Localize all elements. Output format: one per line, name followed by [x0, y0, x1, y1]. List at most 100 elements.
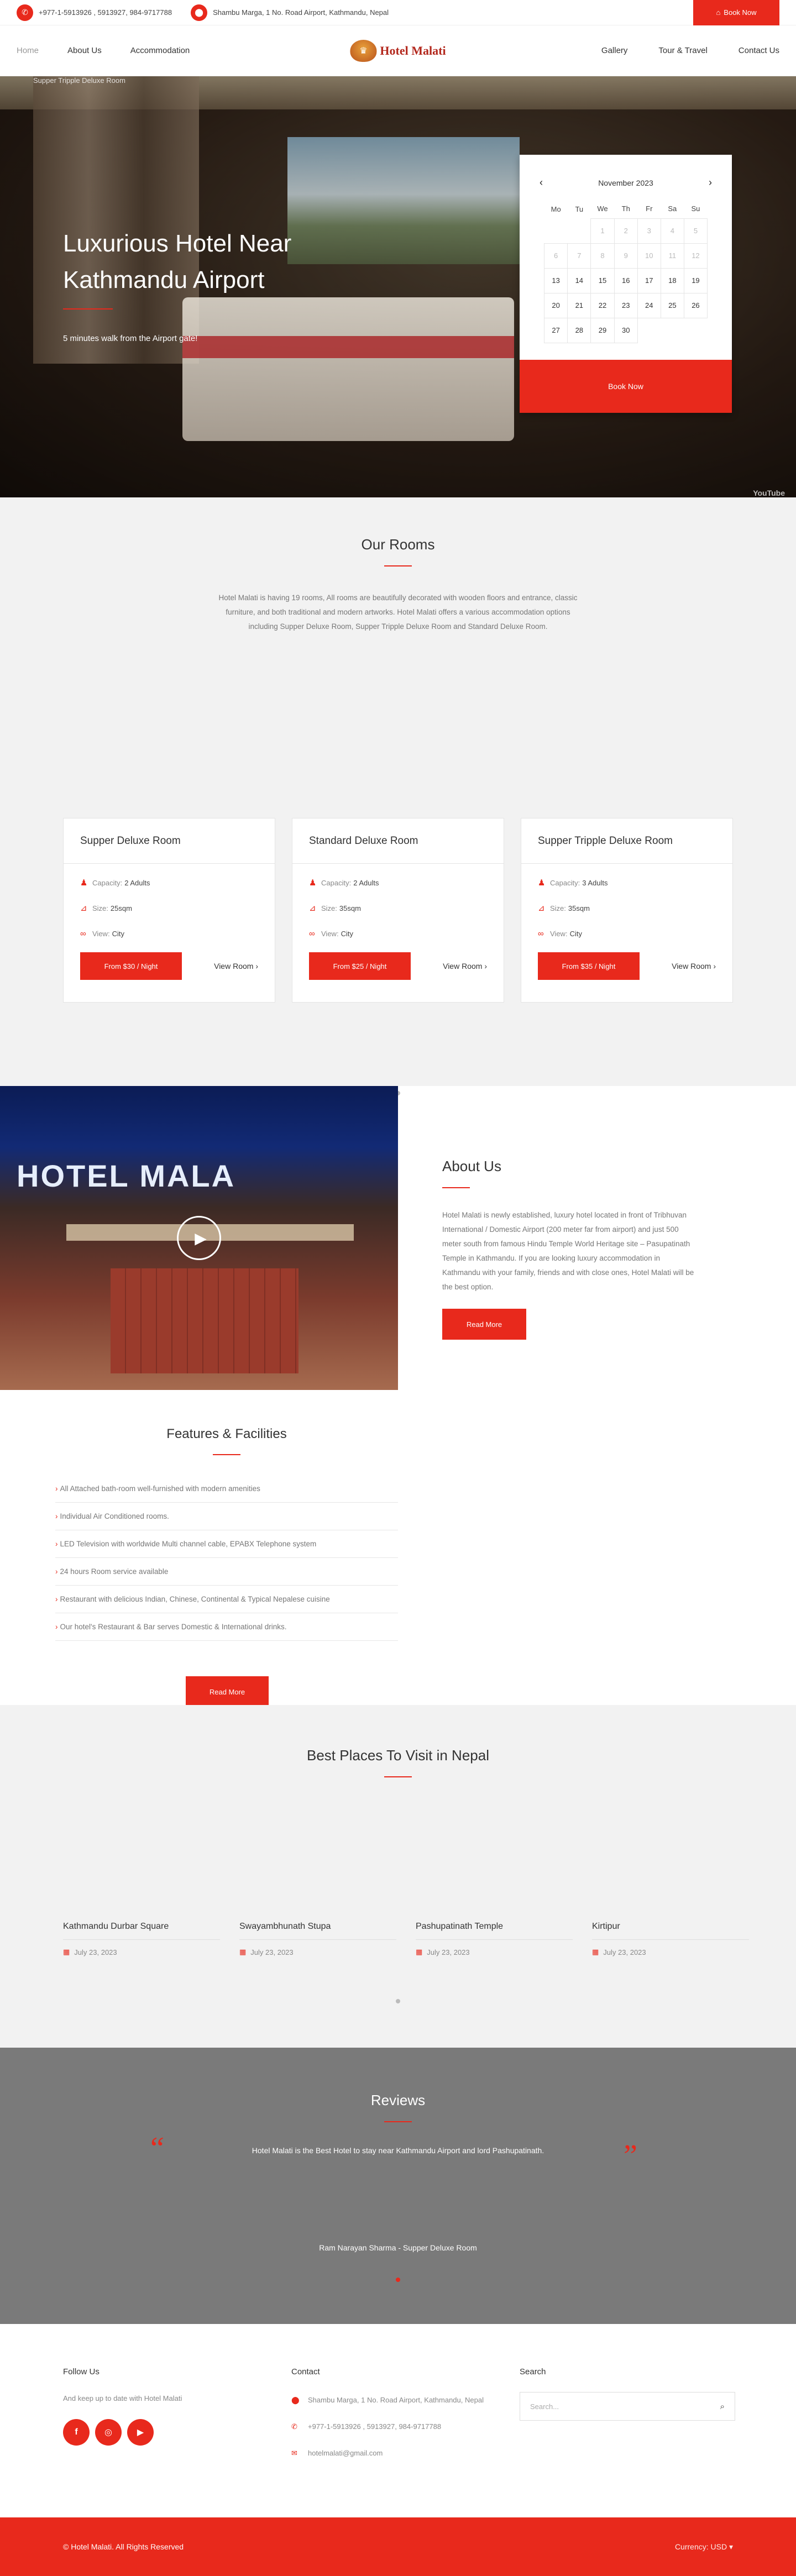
about-video[interactable]: HOTEL MALA ▶ — [0, 1086, 398, 1390]
place-date-text: July 23, 2023 — [427, 1948, 470, 1956]
calendar-weekday: We — [597, 204, 608, 213]
place-card[interactable]: Pashupatinath Temple ▦ July 23, 2023 — [416, 1922, 573, 1956]
place-name[interactable]: Kathmandu Durbar Square — [63, 1922, 220, 1940]
calendar-day[interactable]: 14 — [567, 267, 591, 293]
calendar-day[interactable]: 27 — [543, 317, 568, 343]
about-title: About Us — [442, 1158, 501, 1174]
calendar-day[interactable]: 26 — [683, 292, 708, 318]
capacity-label: Capacity: — [321, 878, 352, 887]
footer-phone[interactable]: ✆ +977-1-5913926 , 5913927, 984-9717788 — [291, 2421, 523, 2433]
size-label: Size: — [550, 904, 566, 912]
footer-follow-title: Follow Us — [63, 2367, 100, 2376]
footer-phone-text: +977-1-5913926 , 5913927, 984-9717788 — [308, 2422, 442, 2431]
rooms-title: Our Rooms — [361, 536, 435, 553]
top-bar: ✆ +977-1-5913926 , 5913927, 984-9717788 … — [0, 0, 796, 25]
reviews-carousel-dot[interactable] — [396, 2278, 400, 2282]
nav-gallery[interactable]: Gallery — [601, 46, 628, 55]
calendar-day[interactable]: 20 — [543, 292, 568, 318]
site-logo[interactable]: ♛ Hotel Malati — [350, 39, 446, 62]
calendar-day: 1 — [590, 218, 615, 244]
place-card[interactable]: Swayambhunath Stupa ▦ July 23, 2023 — [239, 1922, 396, 1956]
place-card[interactable]: Kirtipur ▦ July 23, 2023 — [592, 1922, 749, 1956]
topbar-book-now-button[interactable]: ⌂ Book Now — [693, 0, 779, 25]
about-read-more-button[interactable]: Read More — [442, 1309, 526, 1340]
room-price-button[interactable]: From $25 / Night — [309, 952, 411, 980]
view-room-link[interactable]: View Room › — [443, 962, 487, 970]
calendar-month: November 2023 — [598, 178, 653, 187]
facebook-icon[interactable]: f — [63, 2419, 90, 2446]
calendar-day[interactable]: 18 — [660, 267, 684, 293]
calendar-day[interactable]: 28 — [567, 317, 591, 343]
calendar-day[interactable]: 30 — [614, 317, 638, 343]
phone-icon: ✆ — [17, 4, 33, 21]
nav-about-us[interactable]: About Us — [67, 46, 102, 55]
place-card[interactable]: Kathmandu Durbar Square ▦ July 23, 2023 — [63, 1922, 220, 1956]
place-date: ▦ July 23, 2023 — [239, 1948, 396, 1956]
topbar-phone[interactable]: ✆ +977-1-5913926 , 5913927, 984-9717788 — [17, 4, 172, 21]
place-name[interactable]: Swayambhunath Stupa — [239, 1922, 396, 1940]
footer-email[interactable]: ✉ hotelmalati@gmail.com — [291, 2447, 523, 2459]
view-value: City — [341, 929, 353, 938]
room-price-button[interactable]: From $35 / Night — [538, 952, 640, 980]
view-room-link[interactable]: View Room › — [672, 962, 716, 970]
play-icon[interactable]: ▶ — [177, 1216, 221, 1260]
view-room-label: View Room — [214, 962, 254, 970]
calendar-weekday: Fr — [646, 204, 653, 213]
calendar-day[interactable]: 16 — [614, 267, 638, 293]
hero-video[interactable]: Supper Tripple Deluxe Room Luxurious Hot… — [0, 76, 796, 497]
calendar-day[interactable]: 19 — [683, 267, 708, 293]
calendar-day[interactable]: 24 — [637, 292, 661, 318]
currency-selector[interactable]: Currency: USD ▾ — [675, 2542, 733, 2552]
calendar-day[interactable]: 17 — [637, 267, 661, 293]
footer-search-input[interactable]: Search... ⌕ — [520, 2392, 735, 2421]
booking-calendar: ‹ November 2023 › Mo Tu We Th Fr Sa Su 1234567… — [520, 155, 732, 413]
calendar-day[interactable]: 22 — [590, 292, 615, 318]
binoculars-icon: ∞ — [309, 928, 315, 938]
quote-close-icon: ” — [624, 2139, 637, 2173]
rooms-divider — [384, 565, 412, 566]
calendar-day[interactable]: 25 — [660, 292, 684, 318]
youtube-logo[interactable]: YouTube — [753, 489, 785, 497]
nav-home[interactable]: Home — [17, 46, 39, 55]
calendar-next-icon[interactable]: › — [709, 177, 712, 188]
nav-accommodation[interactable]: Accommodation — [130, 46, 190, 55]
place-name[interactable]: Pashupatinath Temple — [416, 1922, 573, 1940]
view-room-link[interactable]: View Room › — [214, 962, 258, 970]
hero-bed — [182, 297, 514, 441]
features-read-more-button[interactable]: Read More — [186, 1676, 269, 1707]
nav-contact-us[interactable]: Contact Us — [739, 46, 779, 55]
places-carousel-dot[interactable] — [396, 1999, 400, 2003]
feature-item: › All Attached bath-room well-furnished w… — [55, 1475, 398, 1503]
size-value: 35sqm — [339, 904, 361, 912]
envelope-icon: ✉ — [291, 2449, 297, 2457]
calendar-day[interactable]: 15 — [590, 267, 615, 293]
room-card: Supper Deluxe Room ♟ Capacity: 2 Adults ⊿ S… — [63, 818, 275, 1003]
calendar-weekday: Su — [691, 204, 700, 213]
calendar-icon: ▦ — [592, 1948, 599, 1956]
topbar-address: ⬤ Shambu Marga, 1 No. Road Airport, Kath… — [191, 4, 389, 21]
place-date-text: July 23, 2023 — [603, 1948, 646, 1956]
nav-tour-travel[interactable]: Tour & Travel — [658, 46, 707, 55]
calendar-day[interactable]: 23 — [614, 292, 638, 318]
size-icon: ⊿ — [309, 904, 316, 913]
footer-address-text: Shambu Marga, 1 No. Road Airport, Kathma… — [308, 2396, 484, 2404]
search-icon[interactable]: ⌕ — [720, 2402, 725, 2411]
calendar-day[interactable]: 29 — [590, 317, 615, 343]
room-price-button[interactable]: From $30 / Night — [80, 952, 182, 980]
view-label: View: — [321, 929, 339, 938]
view-value: City — [112, 929, 124, 938]
user-icon: ♟ — [538, 878, 546, 888]
room-name[interactable]: Supper Deluxe Room — [64, 819, 275, 864]
room-name[interactable]: Supper Tripple Deluxe Room — [521, 819, 732, 864]
hero-video-title: Supper Tripple Deluxe Room — [33, 76, 125, 85]
instagram-icon[interactable]: ◎ — [95, 2419, 122, 2446]
calendar-icon: ▦ — [416, 1948, 423, 1956]
place-name[interactable]: Kirtipur — [592, 1922, 749, 1940]
calendar-day[interactable]: 13 — [543, 267, 568, 293]
hero-bed-runner — [182, 336, 514, 358]
calendar-book-now-button[interactable]: Book Now — [520, 359, 732, 413]
youtube-icon[interactable]: ▶ — [127, 2419, 154, 2446]
calendar-prev-icon[interactable]: ‹ — [540, 177, 543, 188]
room-name[interactable]: Standard Deluxe Room — [292, 819, 504, 864]
calendar-day[interactable]: 21 — [567, 292, 591, 318]
